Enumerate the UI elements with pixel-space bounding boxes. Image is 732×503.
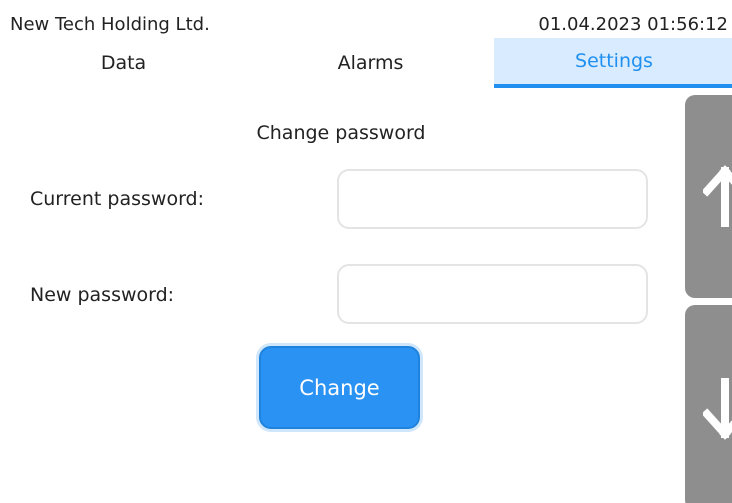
hmi-screen: New Tech Holding Ltd. 01.04.2023 01:56:1… bbox=[0, 0, 732, 503]
tab-bar: Data Alarms Settings bbox=[0, 38, 732, 88]
change-button[interactable]: Change bbox=[259, 346, 420, 429]
new-password-label: New password: bbox=[30, 284, 175, 306]
tab-data[interactable]: Data bbox=[0, 38, 247, 88]
datetime: 01.04.2023 01:56:12 bbox=[538, 14, 728, 35]
company-name: New Tech Holding Ltd. bbox=[10, 14, 210, 35]
new-password-input[interactable] bbox=[337, 264, 648, 324]
scroll-down-button[interactable] bbox=[685, 305, 732, 503]
tab-alarms[interactable]: Alarms bbox=[247, 38, 494, 88]
arrow-up-icon bbox=[685, 164, 732, 229]
tab-settings[interactable]: Settings bbox=[494, 38, 732, 88]
current-password-label: Current password: bbox=[30, 188, 205, 210]
section-title: Change password bbox=[256, 122, 426, 144]
arrow-down-icon bbox=[685, 376, 732, 440]
current-password-input[interactable] bbox=[337, 169, 648, 229]
scroll-up-button[interactable] bbox=[685, 95, 732, 298]
